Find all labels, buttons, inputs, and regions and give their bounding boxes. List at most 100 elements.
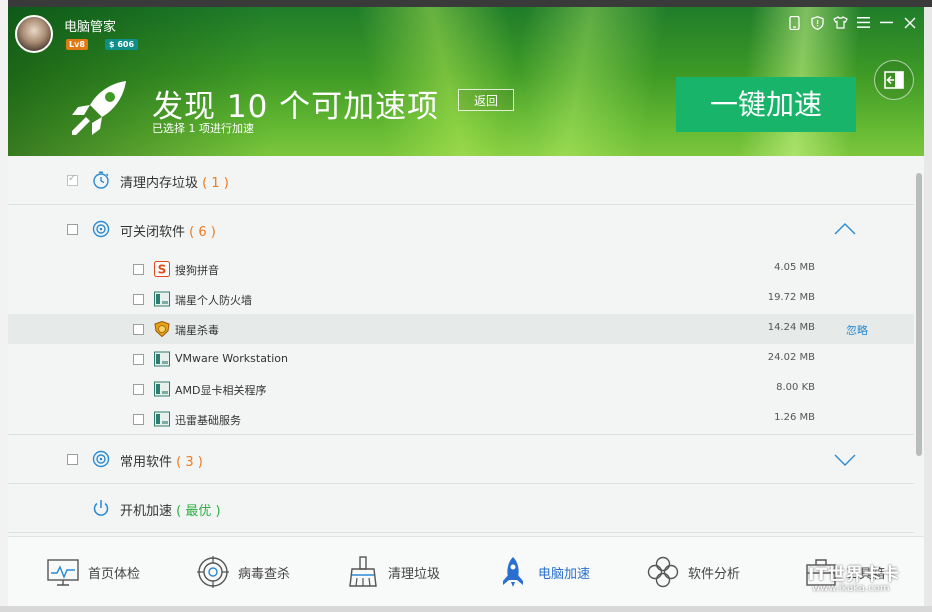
stopwatch-icon — [93, 171, 109, 189]
ignore-link[interactable]: 忽略 — [846, 322, 868, 338]
nav-virus-scan[interactable]: 病毒查杀 — [196, 537, 290, 606]
desktop-background-right — [924, 7, 932, 607]
group-checkbox-memory[interactable] — [67, 173, 78, 186]
item-name: 搜狗拼音 — [175, 264, 219, 277]
chevron-down-icon[interactable] — [834, 453, 856, 467]
item-checkbox[interactable] — [133, 354, 144, 365]
app-title: 电脑管家 — [64, 20, 117, 35]
nav-label: 软件分析 — [688, 566, 741, 582]
exit-icon — [884, 71, 904, 89]
item-size: 24.02 MB — [767, 352, 815, 363]
clover-icon — [647, 556, 679, 588]
item-checkbox[interactable] — [133, 264, 144, 275]
item-checkbox[interactable] — [133, 324, 144, 335]
disc-icon — [92, 220, 110, 238]
group-count: ( 3 ) — [176, 455, 203, 470]
watermark-url: www.ikaka.com — [812, 583, 890, 594]
desktop-background-bottom — [0, 606, 932, 612]
app-icon — [154, 381, 170, 397]
rocket-icon — [503, 557, 523, 587]
menu-icon[interactable] — [855, 14, 872, 31]
item-checkbox[interactable] — [133, 414, 144, 425]
item-name: AMD显卡相关程序 — [175, 384, 267, 397]
sogou-icon: S — [154, 261, 170, 277]
app-icon — [154, 351, 170, 367]
group-row-memory[interactable]: 清理内存垃圾 ( 1 ) — [8, 156, 914, 205]
chevron-up-icon[interactable] — [834, 222, 856, 236]
group-count: ( 最优 ) — [176, 504, 221, 519]
item-size: 19.72 MB — [767, 292, 815, 303]
target-icon — [197, 556, 229, 588]
watermark-logo: IT世界卡卡 — [808, 565, 900, 585]
group-checkbox-closable[interactable] — [67, 224, 78, 235]
nav-clean-junk[interactable]: 清理垃圾 — [346, 537, 440, 606]
item-name: VMware Workstation — [175, 352, 289, 365]
power-icon — [93, 500, 109, 516]
group-row-common[interactable]: 常用软件 ( 3 ) — [8, 435, 914, 484]
group-label-common: 常用软件 ( 3 ) — [120, 451, 203, 470]
group-name: 清理内存垃圾 — [120, 176, 199, 191]
group-label-startup: 开机加速 ( 最优 ) — [120, 500, 221, 519]
list-item[interactable]: 瑞星杀毒 14.24 MB 忽略 — [8, 314, 914, 344]
broom-icon — [349, 556, 377, 587]
nav-speed-up[interactable]: 电脑加速 — [496, 537, 590, 606]
item-name: 瑞星杀毒 — [175, 324, 219, 337]
item-checkbox[interactable] — [133, 384, 144, 395]
nav-software-analysis[interactable]: 软件分析 — [646, 537, 740, 606]
list-item[interactable]: VMware Workstation 24.02 MB — [8, 344, 914, 374]
nav-label: 病毒查杀 — [238, 566, 291, 582]
list-item[interactable]: S 搜狗拼音 4.05 MB — [8, 254, 914, 284]
item-name: 迅雷基础服务 — [175, 414, 241, 427]
lion-icon — [154, 321, 170, 337]
monitor-icon — [47, 559, 79, 586]
header-banner: 电脑管家 Lv8 $ 606 发现 10 个可加速项 返回 已选择 1 项进行加… — [8, 7, 924, 156]
rocket-icon — [72, 81, 126, 135]
list-item[interactable]: AMD显卡相关程序 8.00 KB — [8, 374, 914, 404]
app-icon — [154, 411, 170, 427]
phone-icon[interactable] — [786, 14, 803, 31]
exit-mode-button[interactable] — [874, 60, 914, 100]
group-name: 可关闭软件 — [120, 225, 186, 240]
item-size: 14.24 MB — [767, 322, 815, 333]
group-count: ( 1 ) — [202, 176, 229, 191]
item-checkbox[interactable] — [133, 294, 144, 305]
avatar[interactable] — [15, 15, 53, 53]
group-row-startup[interactable]: 开机加速 ( 最优 ) — [8, 484, 914, 533]
shield-icon[interactable] — [809, 14, 826, 31]
disc-icon — [92, 450, 110, 468]
item-size: 1.26 MB — [774, 412, 815, 423]
group-count: ( 6 ) — [189, 225, 216, 240]
group-name: 常用软件 — [120, 455, 173, 470]
window-controls — [786, 14, 918, 31]
skin-icon[interactable] — [832, 14, 849, 31]
item-size: 4.05 MB — [774, 262, 815, 273]
close-icon[interactable] — [901, 14, 918, 31]
minimize-icon[interactable] — [878, 14, 895, 31]
svg-text:S: S — [158, 263, 167, 277]
coins-badge[interactable]: $ 606 — [105, 39, 139, 50]
group-name: 开机加速 — [120, 504, 173, 519]
item-name: 瑞星个人防火墙 — [175, 294, 252, 307]
desktop-background-top — [0, 0, 932, 7]
bottom-navigation: 首页体检 病毒查杀 清理垃圾 电脑加速 软件分析 工具箱 — [8, 536, 924, 606]
divider — [8, 532, 914, 533]
one-click-boost-button[interactable]: 一键加速 — [676, 77, 856, 132]
item-size: 8.00 KB — [776, 382, 815, 393]
list-item[interactable]: 瑞星个人防火墙 19.72 MB — [8, 284, 914, 314]
list-item[interactable]: 迅雷基础服务 1.26 MB — [8, 404, 914, 434]
acceleration-list: 清理内存垃圾 ( 1 ) 可关闭软件 ( 6 ) S 搜狗拼音 4.05 MB — [8, 156, 914, 535]
level-badge[interactable]: Lv8 — [66, 39, 88, 50]
nav-label: 电脑加速 — [538, 566, 591, 582]
scrollbar-thumb[interactable] — [916, 173, 922, 456]
desktop-background-left — [0, 0, 8, 612]
group-label-closable: 可关闭软件 ( 6 ) — [120, 221, 216, 240]
group-row-closable[interactable]: 可关闭软件 ( 6 ) — [8, 205, 914, 254]
back-button[interactable]: 返回 — [458, 89, 514, 111]
nav-label: 首页体检 — [88, 566, 141, 582]
nav-home-checkup[interactable]: 首页体检 — [46, 537, 140, 606]
app-icon — [154, 291, 170, 307]
group-label-memory: 清理内存垃圾 ( 1 ) — [120, 172, 229, 191]
nav-label: 清理垃圾 — [388, 566, 441, 582]
main-window: 电脑管家 Lv8 $ 606 发现 10 个可加速项 返回 已选择 1 项进行加… — [8, 7, 924, 606]
group-checkbox-common[interactable] — [67, 454, 78, 465]
